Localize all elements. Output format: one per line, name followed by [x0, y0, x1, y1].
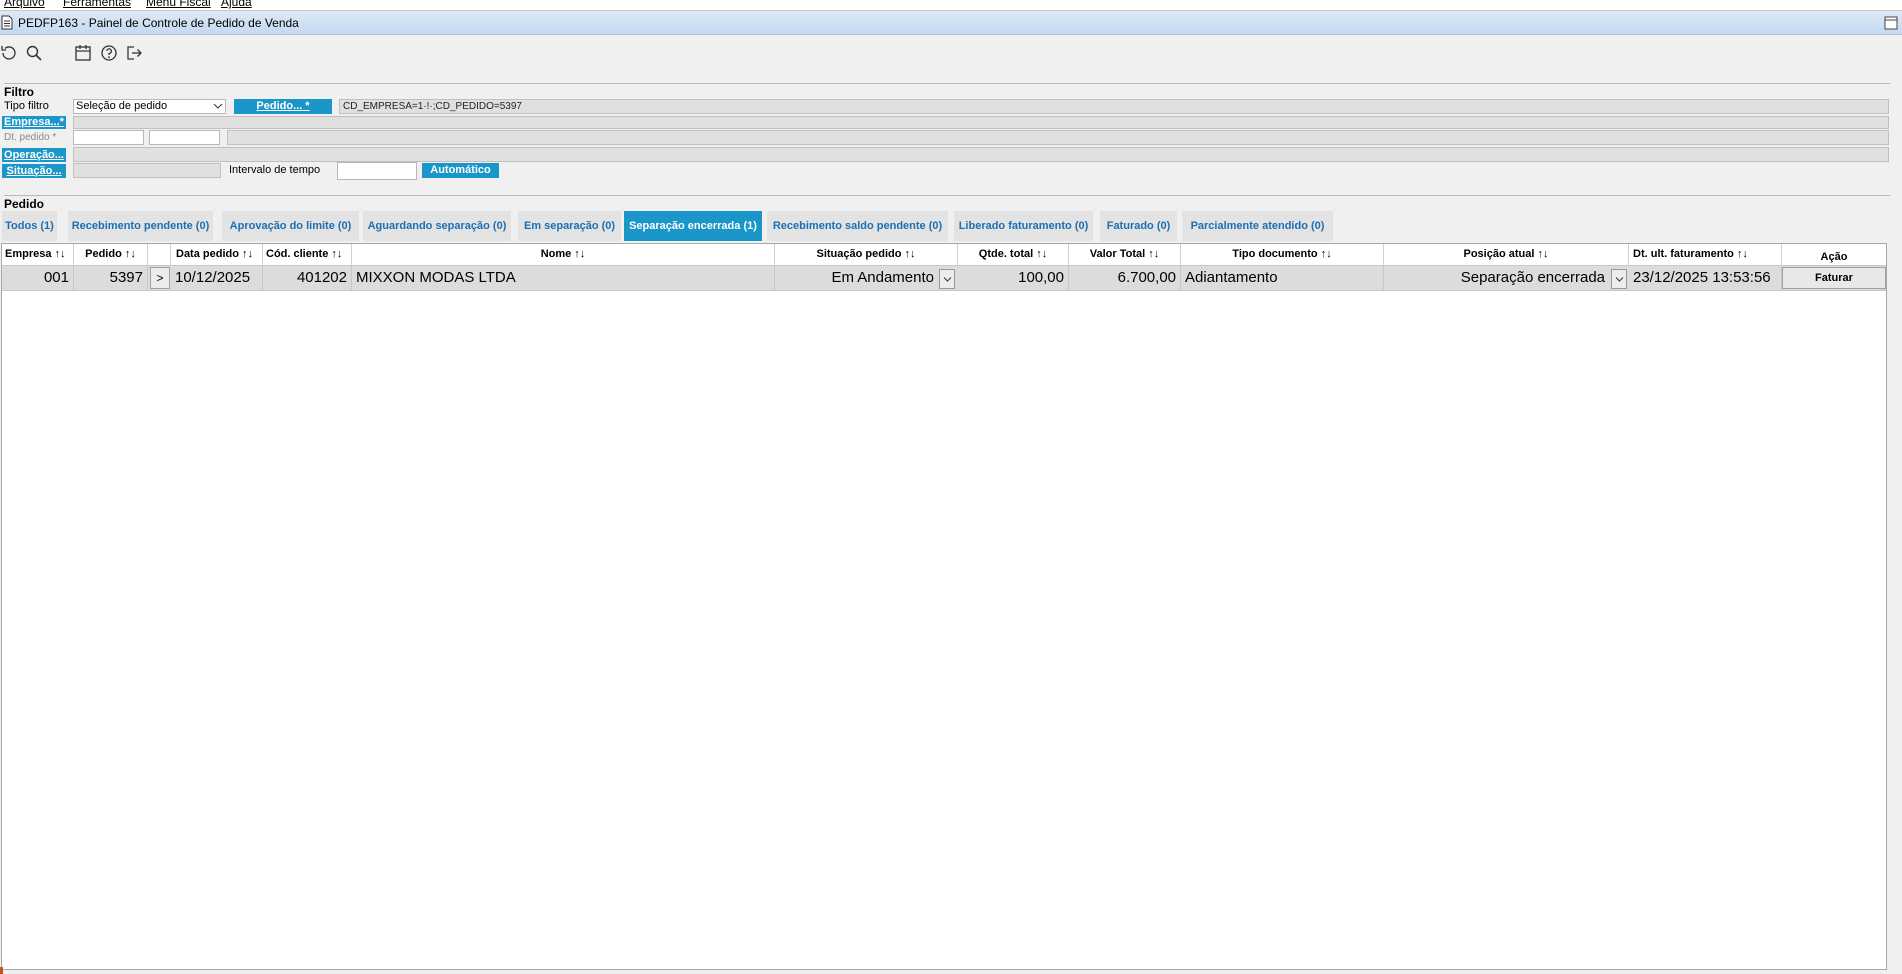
cell-situacao-pedido[interactable]: Em Andamento	[775, 266, 938, 291]
tab-faturado[interactable]: Faturado (0)	[1100, 211, 1178, 241]
dt-pedido-start-field[interactable]	[73, 130, 144, 145]
tipo-filtro-select[interactable]: Seleção de pedido	[73, 99, 226, 114]
cell-valor-total: 6.700,00	[1069, 266, 1181, 291]
faturar-button[interactable]: Faturar	[1782, 267, 1886, 289]
tab-liberado-faturamento[interactable]: Liberado faturamento (0)	[954, 211, 1094, 241]
filtro-divider	[4, 83, 1890, 84]
posicao-dropdown-button[interactable]	[1611, 269, 1627, 289]
tab-aguardando-separacao[interactable]: Aguardando separação (0)	[363, 211, 512, 241]
col-tipo-documento[interactable]: Tipo documento ↑↓	[1181, 244, 1384, 266]
col-nome[interactable]: Nome ↑↓	[352, 244, 775, 266]
cell-qtde-total: 100,00	[958, 266, 1069, 291]
empresa-field[interactable]	[73, 116, 1889, 129]
col-situacao-pedido[interactable]: Situação pedido ↑↓	[775, 244, 958, 266]
cell-pedido: 5397	[74, 266, 148, 291]
intervalo-field[interactable]	[337, 162, 417, 180]
col-expand	[148, 244, 171, 266]
situacao-field[interactable]	[73, 163, 221, 178]
tab-separacao-encerrada[interactable]: Separação encerrada (1)	[624, 211, 763, 241]
tab-em-separacao[interactable]: Em separação (0)	[518, 211, 622, 241]
empresa-button[interactable]: Empresa...*	[2, 116, 66, 129]
col-posicao-atual[interactable]: Posição atual ↑↓	[1384, 244, 1629, 266]
tab-recebimento-pendente[interactable]: Recebimento pendente (0)	[68, 211, 214, 241]
cell-data-pedido: 10/12/2025	[171, 266, 263, 291]
chevron-down-icon	[1615, 277, 1624, 282]
col-dt-ult-faturamento[interactable]: Dt. ult. faturamento ↑↓	[1629, 244, 1782, 266]
exit-icon[interactable]	[125, 44, 143, 62]
col-cod-cliente[interactable]: Cód. cliente ↑↓	[263, 244, 352, 266]
automatico-button[interactable]: Automático	[422, 163, 499, 178]
col-data-pedido[interactable]: Data pedido ↑↓	[171, 244, 263, 266]
operacao-button[interactable]: Operação...	[2, 148, 66, 162]
col-empresa[interactable]: Empresa ↑↓	[2, 244, 74, 266]
cell-cod-cliente: 401202	[263, 266, 352, 291]
tipo-filtro-label: Tipo filtro	[4, 100, 49, 112]
help-icon[interactable]	[100, 44, 118, 62]
tipo-filtro-value: Seleção de pedido	[76, 100, 168, 112]
intervalo-label: Intervalo de tempo	[229, 164, 321, 176]
tab-todos[interactable]: Todos (1)	[2, 211, 58, 241]
pedido-title: Pedido	[4, 197, 45, 211]
tab-parcialmente-atendido[interactable]: Parcialmente atendido (0)	[1182, 211, 1334, 241]
pedido-button[interactable]: Pedido... *	[234, 99, 332, 114]
dt-pedido-extra-field[interactable]	[227, 130, 1889, 145]
window-title-bar: PEDFP163 - Painel de Controle de Pedido …	[0, 11, 1902, 35]
refresh-icon[interactable]	[0, 44, 18, 62]
cell-nome: MIXXON MODAS LTDA	[352, 266, 775, 291]
col-qtde-total[interactable]: Qtde. total ↑↓	[958, 244, 1069, 266]
situacao-button[interactable]: Situação...	[2, 164, 66, 178]
tab-aprovacao-limite[interactable]: Aprovação do limite (0)	[222, 211, 360, 241]
window-restore-icon[interactable]	[1884, 16, 1898, 30]
tab-recebimento-saldo-pendente[interactable]: Recebimento saldo pendente (0)	[767, 211, 949, 241]
situacao-dropdown-button[interactable]	[939, 269, 955, 289]
expand-row-button[interactable]: >	[150, 267, 170, 289]
dt-pedido-label: Dt. pedido *	[4, 132, 57, 143]
document-icon	[1, 15, 13, 30]
col-valor-total[interactable]: Valor Total ↑↓	[1069, 244, 1181, 266]
toolbar	[0, 36, 1902, 66]
search-icon[interactable]	[25, 44, 43, 62]
window-title: PEDFP163 - Painel de Controle de Pedido …	[18, 16, 299, 30]
menu-bar: Arquivo Ferramentas Menu Fiscal Ajuda	[0, 0, 1902, 11]
pedido-filter-field[interactable]: CD_EMPRESA=1·!·;CD_PEDIDO=5397	[339, 99, 1889, 114]
menu-ajuda[interactable]: Ajuda	[221, 0, 252, 9]
status-marker	[0, 967, 3, 974]
chevron-down-icon	[943, 277, 952, 282]
pedido-divider	[4, 195, 1890, 196]
filtro-title: Filtro	[4, 85, 34, 99]
cell-tipo-documento: Adiantamento	[1181, 266, 1384, 291]
chevron-down-icon	[213, 103, 223, 109]
dt-pedido-end-field[interactable]	[149, 130, 220, 145]
col-pedido[interactable]: Pedido ↑↓	[74, 244, 148, 266]
menu-fiscal[interactable]: Menu Fiscal	[146, 0, 211, 9]
pedido-grid: Empresa ↑↓ Pedido ↑↓ Data pedido ↑↓ Cód.…	[1, 243, 1887, 970]
menu-ferramentas[interactable]: Ferramentas	[63, 0, 131, 9]
cell-dt-ult-faturamento: 23/12/2025 13:53:56	[1629, 266, 1782, 291]
calendar-icon[interactable]	[74, 44, 92, 62]
cell-posicao-atual[interactable]: Separação encerrada	[1384, 266, 1609, 291]
menu-arquivo[interactable]: Arquivo	[4, 0, 45, 9]
table-row[interactable]: 001 5397 > 10/12/2025 401202 MIXXON MODA…	[2, 266, 1886, 291]
grid-header: Empresa ↑↓ Pedido ↑↓ Data pedido ↑↓ Cód.…	[2, 244, 1886, 266]
cell-empresa: 001	[2, 266, 74, 291]
operacao-field[interactable]	[73, 147, 1889, 162]
